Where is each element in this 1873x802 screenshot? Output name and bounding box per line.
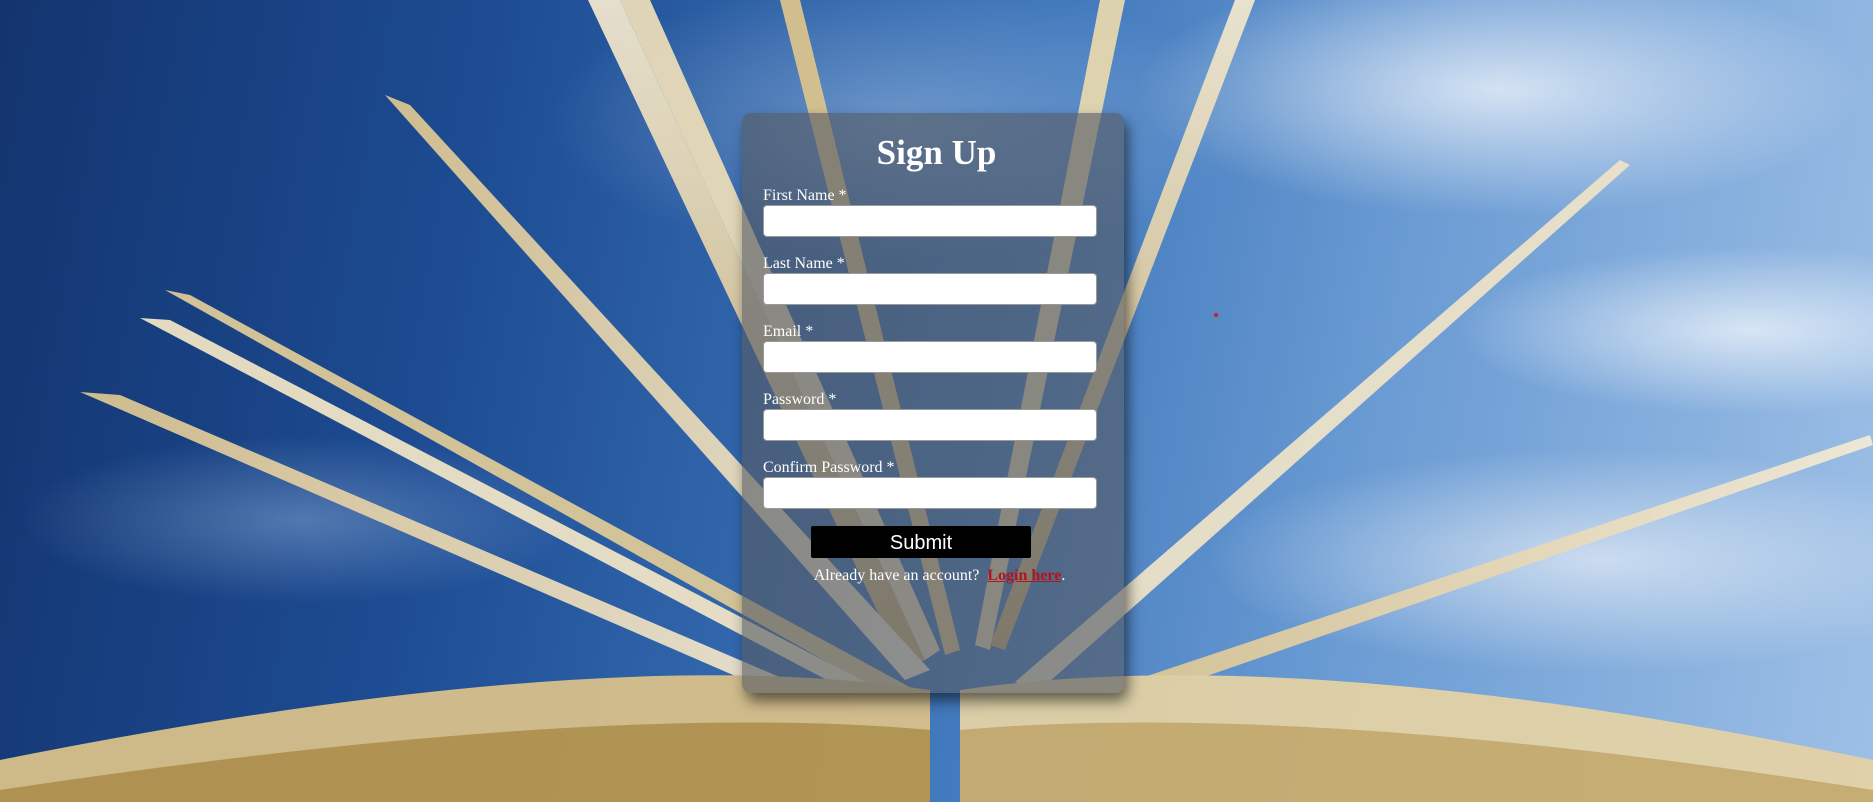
page-title: Sign Up	[876, 133, 997, 172]
email-input[interactable]	[763, 341, 1097, 373]
signup-card: Sign Up First Name * Last Name * Email *…	[742, 113, 1124, 693]
password-field-group: Password *	[763, 391, 1104, 441]
submit-button[interactable]: Submit	[811, 526, 1031, 558]
email-label: Email *	[763, 323, 814, 340]
first-name-label: First Name *	[763, 187, 847, 204]
last-name-field-group: Last Name *	[763, 255, 1104, 305]
first-name-field-group: First Name *	[763, 187, 1104, 237]
email-field-group: Email *	[763, 323, 1104, 373]
login-prompt-text: Already have an account?	[813, 567, 980, 584]
last-name-input[interactable]	[763, 273, 1097, 305]
confirm-password-label: Confirm Password *	[763, 459, 895, 476]
login-prompt-line: Already have an account? Login here.	[763, 566, 1104, 586]
password-label: Password *	[763, 391, 837, 408]
last-name-label: Last Name *	[763, 255, 845, 272]
login-suffix: .	[1061, 567, 1066, 584]
login-link[interactable]: Login here	[987, 567, 1061, 584]
red-dot-marker	[1214, 313, 1218, 317]
password-input[interactable]	[763, 409, 1097, 441]
confirm-password-input[interactable]	[763, 477, 1097, 509]
confirm-password-field-group: Confirm Password *	[763, 459, 1104, 509]
first-name-input[interactable]	[763, 205, 1097, 237]
